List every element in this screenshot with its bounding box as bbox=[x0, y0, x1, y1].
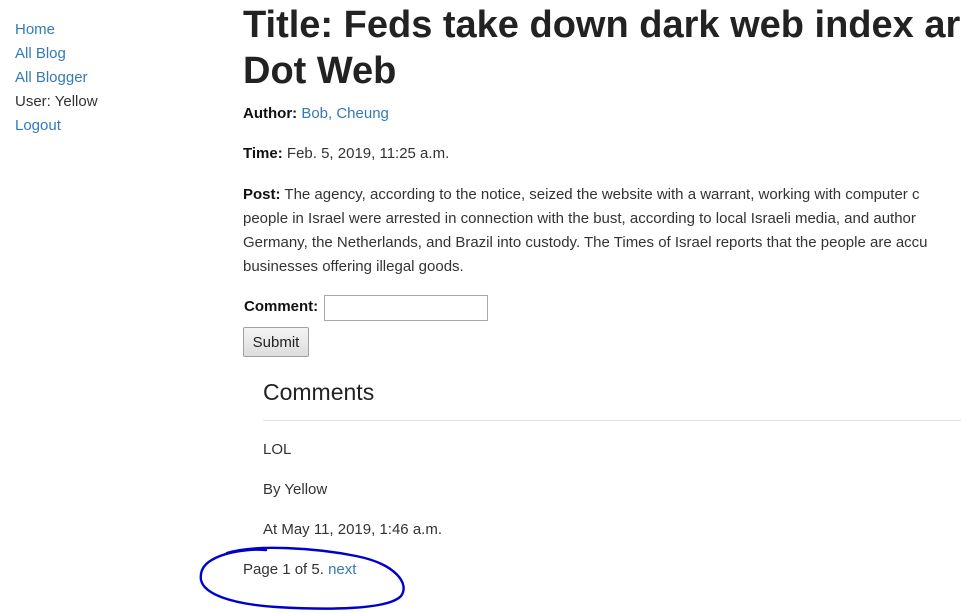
post-body-line: people in Israel were arrested in connec… bbox=[243, 210, 916, 227]
nav-logout-link[interactable]: Logout bbox=[15, 114, 215, 138]
post-body-text: The agency, according to the notice, sei… bbox=[284, 186, 920, 203]
comment-input[interactable] bbox=[324, 295, 488, 321]
submit-button[interactable]: Submit bbox=[243, 327, 309, 357]
nav-home-link[interactable]: Home bbox=[15, 18, 215, 42]
blog-detail-main: Title: Feds take down dark web index ar … bbox=[243, 0, 961, 613]
time-value: Feb. 5, 2019, 11:25 a.m. bbox=[286, 145, 450, 162]
next-page-link[interactable]: next bbox=[328, 561, 356, 578]
pagination: Page 1 of 5. next bbox=[243, 560, 356, 580]
post-title-line-2: Dot Web bbox=[243, 50, 397, 92]
comment-timestamp: At May 11, 2019, 1:46 a.m. bbox=[263, 521, 442, 538]
comments-heading: Comments bbox=[263, 379, 375, 405]
post-body-line: Germany, the Netherlands, and Brazil int… bbox=[243, 234, 928, 251]
author-label: Author: bbox=[243, 105, 298, 122]
comment-text: LOL bbox=[263, 441, 292, 458]
post-label: Post: bbox=[243, 186, 281, 203]
post-time-row: Time: Feb. 5, 2019, 11:25 a.m. bbox=[243, 144, 449, 164]
post-body: Post: The agency, according to the notic… bbox=[243, 183, 961, 279]
current-user-label: User: Yellow bbox=[15, 93, 98, 110]
pagination-status: Page 1 of 5. bbox=[243, 561, 324, 578]
author-link[interactable]: Bob, Cheung bbox=[301, 105, 389, 122]
post-body-line: Post: The agency, according to the notic… bbox=[243, 183, 961, 207]
time-label: Time: bbox=[243, 145, 283, 162]
nav-all-blogger-link[interactable]: All Blogger bbox=[15, 66, 215, 90]
sidebar-nav: Home All Blog All Blogger User: Yellow L… bbox=[15, 18, 215, 138]
comments-divider bbox=[263, 420, 961, 421]
post-title: Title: Feds take down dark web index ar … bbox=[243, 2, 961, 94]
comments-section: Comments LOL By Yellow At May 11, 2019, … bbox=[263, 373, 961, 538]
comment-author: By Yellow bbox=[263, 481, 328, 498]
post-author-row: Author: Bob, Cheung bbox=[243, 104, 389, 124]
nav-all-blog-link[interactable]: All Blog bbox=[15, 42, 215, 66]
post-body-line: businesses offering illegal goods. bbox=[243, 258, 464, 275]
post-title-line-1: Title: Feds take down dark web index ar bbox=[243, 4, 961, 46]
comment-label: Comment: bbox=[244, 298, 319, 315]
